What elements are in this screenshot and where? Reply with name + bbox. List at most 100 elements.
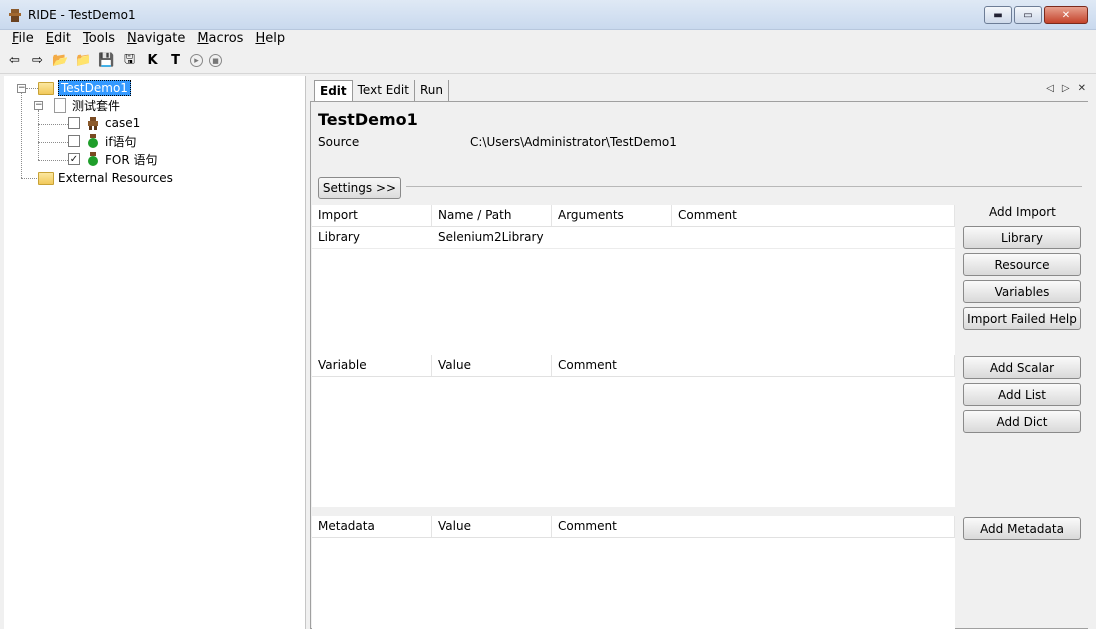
column-header: Name / Path [432, 205, 552, 226]
menu-navigate[interactable]: Navigate [121, 30, 191, 48]
add-resource-button[interactable]: Resource [963, 253, 1081, 276]
window-title: RIDE - TestDemo1 [28, 8, 136, 22]
tree-node-if[interactable]: if语句 [68, 132, 137, 150]
add-dict-button[interactable]: Add Dict [963, 410, 1081, 433]
tree-node-external-resources[interactable]: External Resources [38, 169, 173, 187]
tree-node-case1-label: case1 [105, 116, 141, 130]
robot-testcase-running-icon [88, 134, 98, 148]
project-tree: − TestDemo1 − 测试套件 case1 if语句 ✓ FOR 语句 E… [4, 76, 306, 629]
collapse-toggle-suite[interactable]: − [34, 101, 43, 110]
column-header: Metadata [312, 516, 432, 537]
source-path: C:\Users\Administrator\TestDemo1 [470, 135, 677, 149]
stop-icon[interactable]: ■ [209, 54, 222, 67]
add-metadata-button[interactable]: Add Metadata [963, 517, 1081, 540]
editor-tabs: Edit Text Edit Run [314, 80, 449, 102]
tree-node-suite-label: 测试套件 [72, 98, 121, 113]
tab-scroll-left-icon[interactable]: ◁ [1046, 83, 1054, 94]
menu-label-rest: avigate [136, 31, 186, 46]
tab-run[interactable]: Run [415, 80, 449, 101]
menu-mnemonic: M [197, 31, 209, 46]
tree-node-for[interactable]: ✓ FOR 语句 [68, 150, 158, 168]
column-header: Value [432, 355, 552, 376]
tree-node-for-label: FOR 语句 [105, 152, 158, 167]
metadata-table[interactable]: Metadata Value Comment [312, 516, 955, 629]
open-directory-icon[interactable]: 📂 [52, 52, 69, 69]
tree-node-external-label: External Resources [58, 171, 173, 185]
robot-testcase-icon [88, 117, 98, 130]
forward-arrow-icon[interactable]: ⇨ [29, 52, 46, 69]
column-header: Import [312, 205, 432, 226]
import-table[interactable]: Import Name / Path Arguments Comment Lib… [312, 205, 955, 357]
back-arrow-icon[interactable]: ⇦ [6, 52, 23, 69]
column-header: Value [432, 516, 552, 537]
search-keywords-icon[interactable]: K [144, 52, 161, 69]
column-header: Comment [552, 355, 955, 376]
table-cell[interactable]: Library [312, 227, 432, 248]
add-library-button[interactable]: Library [963, 226, 1081, 249]
table-cell[interactable]: Selenium2Library [432, 227, 552, 248]
menu-label-rest: ools [88, 31, 115, 46]
menu-label-rest: acros [208, 31, 244, 46]
column-header: Variable [312, 355, 432, 376]
document-icon [54, 97, 66, 113]
close-icon: ✕ [1061, 9, 1071, 21]
case-checkbox-checked[interactable]: ✓ [68, 153, 80, 165]
menu-label-rest: dit [54, 31, 71, 46]
table-cell[interactable] [672, 227, 955, 248]
tree-node-if-label: if语句 [105, 134, 137, 149]
menu-label-rest: ile [18, 31, 34, 46]
editor-panel: Edit Text Edit Run ◁ ▷ ✕ TestDemo1 Sourc… [309, 76, 1096, 629]
search-tests-icon[interactable]: T [167, 52, 184, 69]
table-row[interactable]: Library Selenium2Library [312, 227, 955, 249]
menu-edit[interactable]: Edit [40, 30, 77, 48]
menu-macros[interactable]: Macros [191, 30, 249, 48]
column-header: Comment [552, 516, 955, 537]
maximize-button[interactable]: ▭ [1014, 6, 1042, 24]
settings-toggle-button[interactable]: Settings >> [318, 177, 401, 199]
title-bar: RIDE - TestDemo1 ▬ ▭ ✕ [0, 0, 1096, 30]
add-list-button[interactable]: Add List [963, 383, 1081, 406]
save-icon[interactable]: 💾 [98, 52, 115, 69]
tree-node-root-label: TestDemo1 [58, 80, 131, 96]
minimize-button[interactable]: ▬ [984, 6, 1012, 24]
column-header: Comment [672, 205, 955, 226]
external-folder-icon [38, 171, 54, 185]
menu-mnemonic: H [255, 31, 266, 46]
tab-edit[interactable]: Edit [314, 80, 353, 101]
robot-app-icon [9, 9, 21, 22]
run-icon[interactable]: ▸ [190, 54, 203, 67]
close-button[interactable]: ✕ [1044, 6, 1088, 24]
variable-table[interactable]: Variable Value Comment [312, 355, 955, 507]
add-import-label: Add Import [989, 205, 1056, 219]
variable-table-header: Variable Value Comment [312, 355, 955, 377]
open-folder-icon[interactable]: 📁 [75, 52, 92, 69]
menu-file[interactable]: File [6, 30, 40, 48]
add-scalar-button[interactable]: Add Scalar [963, 356, 1081, 379]
case-checkbox[interactable] [68, 117, 80, 129]
settings-divider [406, 186, 1082, 187]
column-header: Arguments [552, 205, 672, 226]
add-variables-button[interactable]: Variables [963, 280, 1081, 303]
minimize-icon: ▬ [993, 9, 1003, 21]
menu-help[interactable]: Help [249, 30, 291, 48]
menu-bar: File Edit Tools Navigate Macros Help [0, 30, 1096, 48]
import-table-header: Import Name / Path Arguments Comment [312, 205, 955, 227]
case-checkbox[interactable] [68, 135, 80, 147]
tree-node-root[interactable]: TestDemo1 [38, 79, 131, 97]
table-cell[interactable] [552, 227, 672, 248]
menu-label-rest: elp [265, 31, 286, 46]
collapse-toggle-root[interactable]: − [17, 84, 26, 93]
menu-mnemonic: N [127, 31, 137, 46]
import-failed-help-button[interactable]: Import Failed Help [963, 307, 1081, 330]
suite-editor: TestDemo1 Source C:\Users\Administrator\… [310, 101, 1088, 629]
save-all-icon[interactable]: 🖫 [121, 52, 138, 69]
menu-mnemonic: E [45, 31, 54, 46]
menu-tools[interactable]: Tools [77, 30, 121, 48]
tab-text-edit[interactable]: Text Edit [353, 80, 415, 101]
tree-node-case1[interactable]: case1 [68, 114, 140, 132]
robot-testcase-running-icon [88, 152, 98, 166]
tree-node-suite[interactable]: 测试套件 [54, 96, 120, 114]
tab-close-icon[interactable]: ✕ [1078, 83, 1086, 94]
tab-scroll-right-icon[interactable]: ▷ [1062, 83, 1070, 94]
metadata-table-header: Metadata Value Comment [312, 516, 955, 538]
